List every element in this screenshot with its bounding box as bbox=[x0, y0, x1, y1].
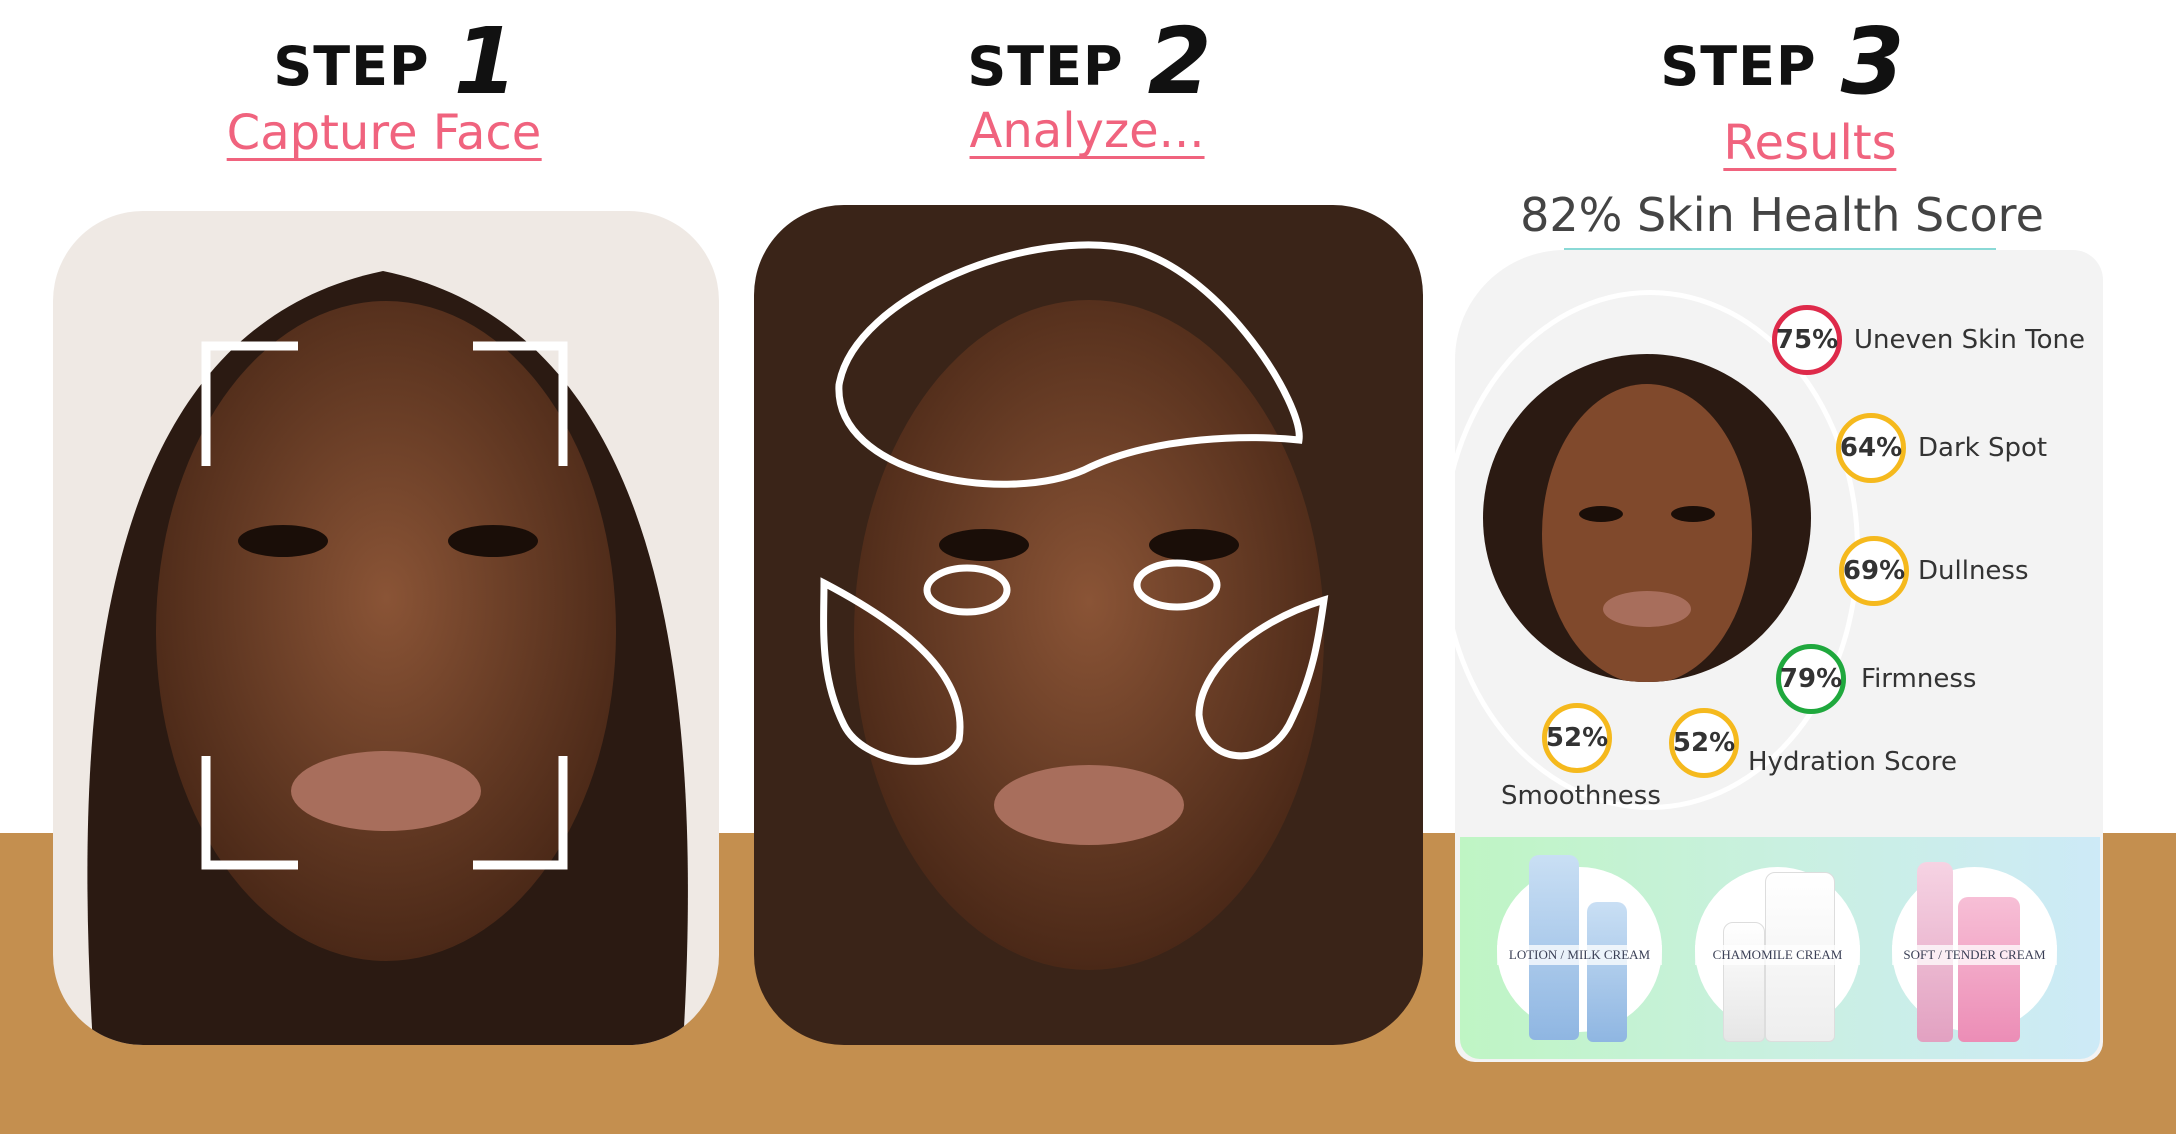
metric-badge-firmness: 79% bbox=[1776, 644, 1846, 714]
metric-badge-dark-spot: 64% bbox=[1836, 413, 1906, 483]
step-1-title[interactable]: Capture Face bbox=[226, 108, 542, 162]
metric-label-uneven-skin-tone: Uneven Skin Tone bbox=[1854, 325, 2086, 355]
metric-label-dullness: Dullness bbox=[1918, 556, 2029, 586]
step-label: STEP bbox=[1660, 35, 1817, 98]
tender-cream-tube bbox=[1958, 897, 2020, 1042]
product-label: LOTION / MILK CREAM bbox=[1497, 945, 1662, 965]
product-chamomile-cream[interactable]: CHAMOMILE CREAM bbox=[1695, 867, 1860, 1042]
recommended-products: LOTION / MILK CREAM CHAMOMILE CREAM SOFT… bbox=[1460, 837, 2100, 1059]
metric-badge-dullness: 69% bbox=[1839, 536, 1909, 606]
step-label: STEP bbox=[273, 35, 430, 98]
result-face-photo bbox=[1483, 354, 1811, 682]
step-3-title[interactable]: Results bbox=[1723, 118, 1897, 172]
step-number: 1 bbox=[453, 8, 519, 115]
analyze-face-photo bbox=[754, 205, 1423, 1045]
metric-label-dark-spot: Dark Spot bbox=[1918, 433, 2048, 463]
skin-health-score: 82% Skin Health Score bbox=[1520, 188, 2044, 242]
product-pink-set[interactable]: SOFT / TENDER CREAM bbox=[1892, 862, 2057, 1042]
step-label: STEP bbox=[967, 35, 1124, 98]
step-number: 2 bbox=[1147, 8, 1213, 115]
metric-label-smoothness: Smoothness bbox=[1501, 781, 1661, 811]
product-lotion-set[interactable]: LOTION / MILK CREAM bbox=[1497, 855, 1662, 1042]
step-number: 3 bbox=[1840, 8, 1906, 115]
product-label: SOFT / TENDER CREAM bbox=[1892, 945, 2057, 965]
step-2-heading: STEP 2 bbox=[967, 8, 1212, 115]
capture-face-photo bbox=[53, 211, 719, 1045]
metric-label-hydration: Hydration Score bbox=[1748, 747, 1957, 777]
milk-cream-bottle bbox=[1587, 902, 1627, 1042]
metric-badge-uneven-skin-tone: 75% bbox=[1772, 305, 1842, 375]
metric-badge-smoothness: 52% bbox=[1542, 703, 1612, 773]
step-1-heading: STEP 1 bbox=[273, 8, 518, 115]
product-label: CHAMOMILE CREAM bbox=[1695, 945, 1860, 965]
step-2-title[interactable]: Analyze... bbox=[969, 106, 1205, 160]
metric-label-firmness: Firmness bbox=[1861, 664, 1977, 694]
step-3-heading: STEP 3 bbox=[1660, 8, 1905, 115]
chamomile-tube-small bbox=[1723, 922, 1765, 1042]
metric-badge-hydration: 52% bbox=[1669, 708, 1739, 778]
